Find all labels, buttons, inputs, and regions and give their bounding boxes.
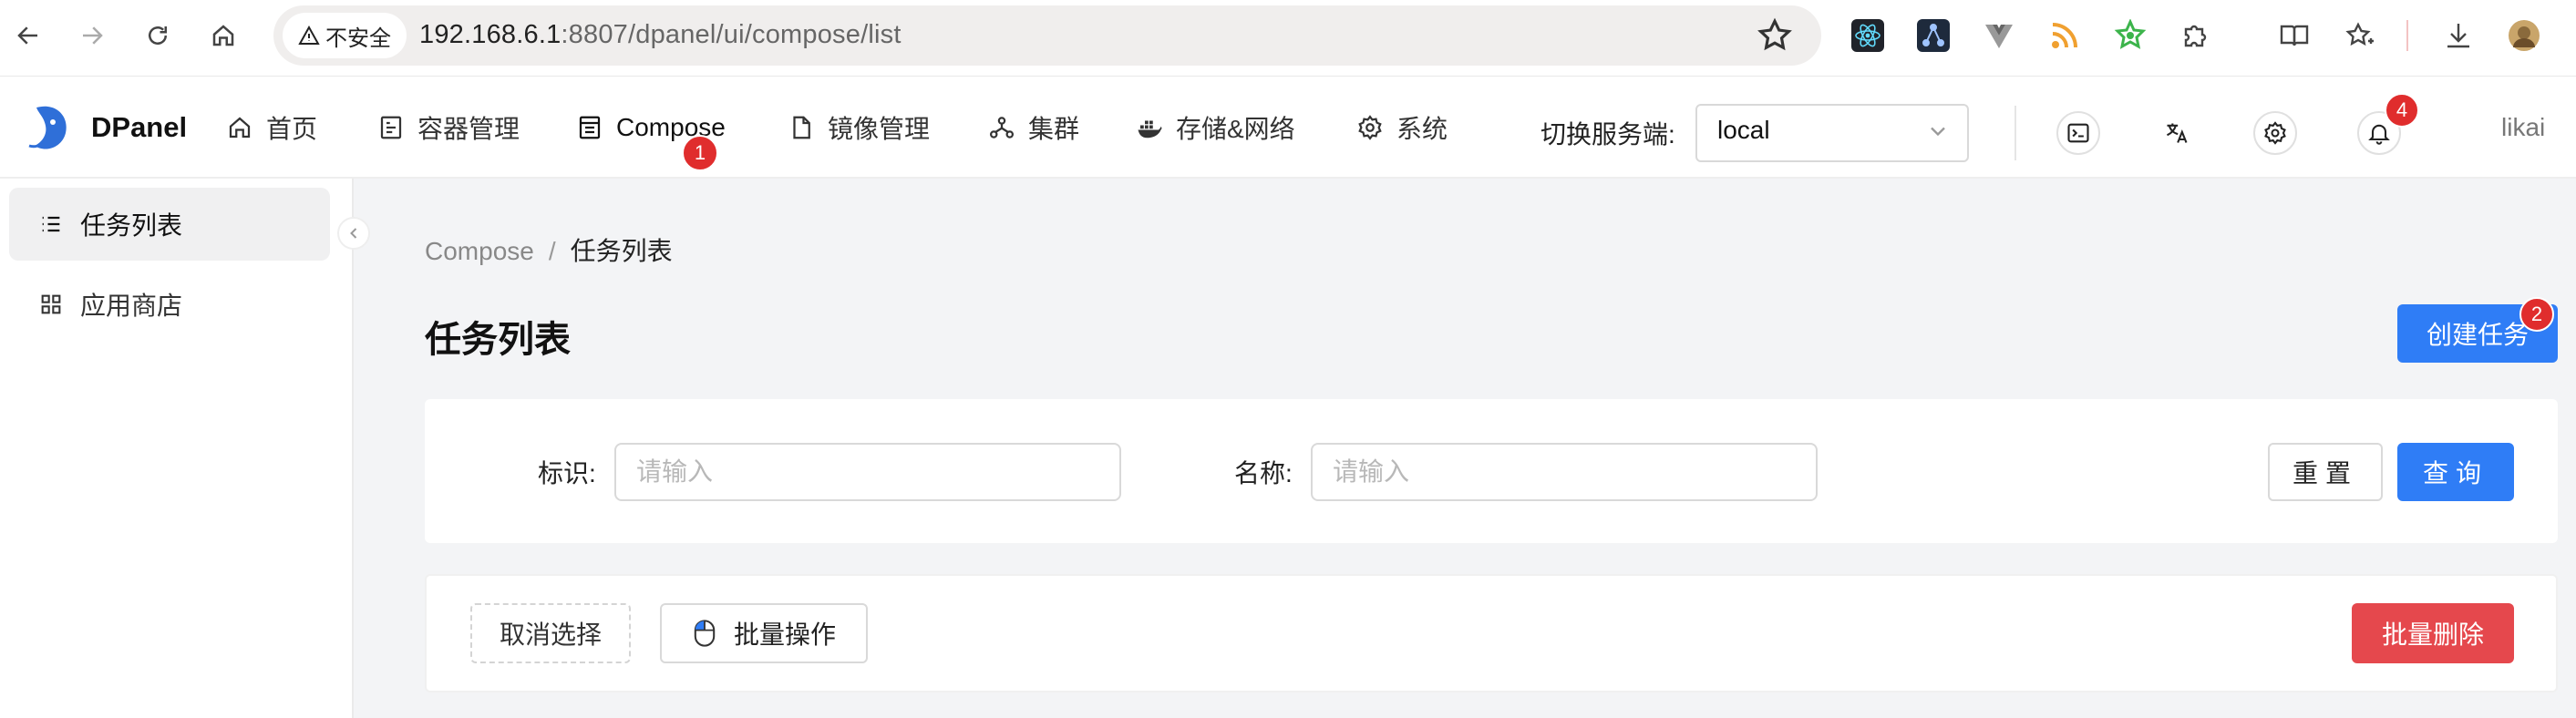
vue-devtools-icon[interactable] <box>1980 16 2018 55</box>
gear-icon <box>2264 121 2286 145</box>
graph-extension-icon[interactable] <box>1914 16 1953 55</box>
name-input[interactable] <box>1311 443 1818 501</box>
nav-home[interactable]: 首页 <box>226 109 317 146</box>
id-field-label: 标识: <box>538 459 596 487</box>
dpanel-logo[interactable] <box>26 98 71 155</box>
bookmark-star-icon[interactable] <box>1756 16 1794 55</box>
docker-icon <box>1138 120 1162 138</box>
breadcrumb-separator: / <box>548 237 556 265</box>
breadcrumb: Compose / 任务列表 <box>425 231 673 268</box>
brand-name: DPanel <box>91 111 188 143</box>
nav-image-management[interactable]: 镜像管理 <box>788 109 930 146</box>
sidebar-item-label: 任务列表 <box>80 211 183 240</box>
list-icon <box>42 216 60 232</box>
translate-icon <box>2167 123 2188 143</box>
mouse-icon <box>694 620 716 647</box>
batch-delete-button[interactable]: 批量删除 <box>2352 603 2514 663</box>
rss-icon[interactable] <box>2045 16 2084 55</box>
reload-button[interactable] <box>137 15 179 56</box>
url-text: 192.168.6.1:8807/dpanel/ui/compose/list <box>419 16 902 53</box>
warning-icon <box>298 25 320 45</box>
terminal-button[interactable] <box>2056 111 2100 155</box>
nav-label: 集群 <box>1028 115 1080 143</box>
create-annotation-badge: 2 <box>2519 297 2554 332</box>
chevron-down-icon <box>1925 118 1951 144</box>
settings-button[interactable] <box>2253 111 2297 155</box>
user-name[interactable]: likai <box>2501 113 2545 142</box>
batch-operation-button[interactable]: 批量操作 <box>660 603 868 663</box>
id-input[interactable] <box>614 443 1121 501</box>
react-devtools-icon[interactable] <box>1849 16 1887 55</box>
container-icon <box>380 116 402 139</box>
apps-grid-icon <box>41 294 61 314</box>
query-button[interactable]: 查询 <box>2397 443 2514 501</box>
home-button[interactable] <box>202 15 244 56</box>
language-button[interactable] <box>2155 111 2199 155</box>
server-select-value: local <box>1717 116 1770 144</box>
download-icon[interactable] <box>2439 16 2478 55</box>
name-field-label: 名称: <box>1234 459 1293 487</box>
nav-label: 存储&网络 <box>1176 115 1295 143</box>
arrow-right-icon <box>83 26 103 45</box>
chevron-left-icon <box>350 228 357 239</box>
notification-count-badge: 4 <box>2385 93 2419 128</box>
nav-cluster[interactable]: 集群 <box>988 109 1079 146</box>
switch-server-label: 切换服务端: <box>1540 120 1675 149</box>
header-divider <box>2014 106 2016 160</box>
compose-annotation-badge: 1 <box>682 135 718 171</box>
nav-label: 镜像管理 <box>828 115 931 143</box>
toolbar-divider <box>2406 20 2408 51</box>
bell-icon <box>2368 124 2390 145</box>
reload-icon <box>149 26 167 45</box>
cluster-icon <box>990 117 1014 138</box>
reading-list-icon[interactable] <box>2275 16 2313 55</box>
profile-avatar[interactable] <box>2505 16 2543 55</box>
nav-label: 首页 <box>266 115 318 143</box>
home-icon <box>229 117 251 138</box>
nav-label: 系统 <box>1396 115 1448 143</box>
gear-icon <box>1358 115 1382 140</box>
back-button[interactable] <box>7 15 49 56</box>
url-path: :8807/dpanel/ui/compose/list <box>561 20 902 49</box>
reset-button[interactable]: 重置 <box>2268 443 2383 501</box>
sidebar-item-task-list[interactable]: 任务列表 <box>9 188 330 261</box>
nav-storage-network[interactable]: 存储&网络 <box>1136 109 1295 146</box>
file-icon <box>793 116 810 139</box>
security-label: 不安全 <box>325 26 391 51</box>
security-indicator[interactable]: 不安全 <box>283 13 407 58</box>
arrow-left-icon <box>17 26 37 45</box>
url-host: 192.168.6.1 <box>419 20 562 49</box>
cancel-selection-button[interactable]: 取消选择 <box>470 603 631 663</box>
terminal-icon <box>2067 123 2089 143</box>
green-star-extension-icon[interactable] <box>2111 16 2149 55</box>
compose-icon <box>579 116 601 139</box>
sidebar-item-app-store[interactable]: 应用商店 <box>9 268 330 341</box>
nav-container-management[interactable]: 容器管理 <box>377 109 520 146</box>
batch-operation-label: 批量操作 <box>733 621 836 649</box>
nav-label: 容器管理 <box>417 115 520 143</box>
breadcrumb-root[interactable]: Compose <box>425 237 534 265</box>
forward-button[interactable] <box>71 15 113 56</box>
home-icon <box>212 25 234 46</box>
puzzle-icon[interactable] <box>2177 16 2215 55</box>
sidebar-collapse-button[interactable] <box>337 217 370 250</box>
breadcrumb-current: 任务列表 <box>570 237 673 265</box>
page-title: 任务列表 <box>425 320 571 360</box>
nav-system[interactable]: 系统 <box>1356 109 1448 146</box>
sidebar-item-label: 应用商店 <box>80 292 183 320</box>
favorites-icon[interactable] <box>2341 16 2379 55</box>
